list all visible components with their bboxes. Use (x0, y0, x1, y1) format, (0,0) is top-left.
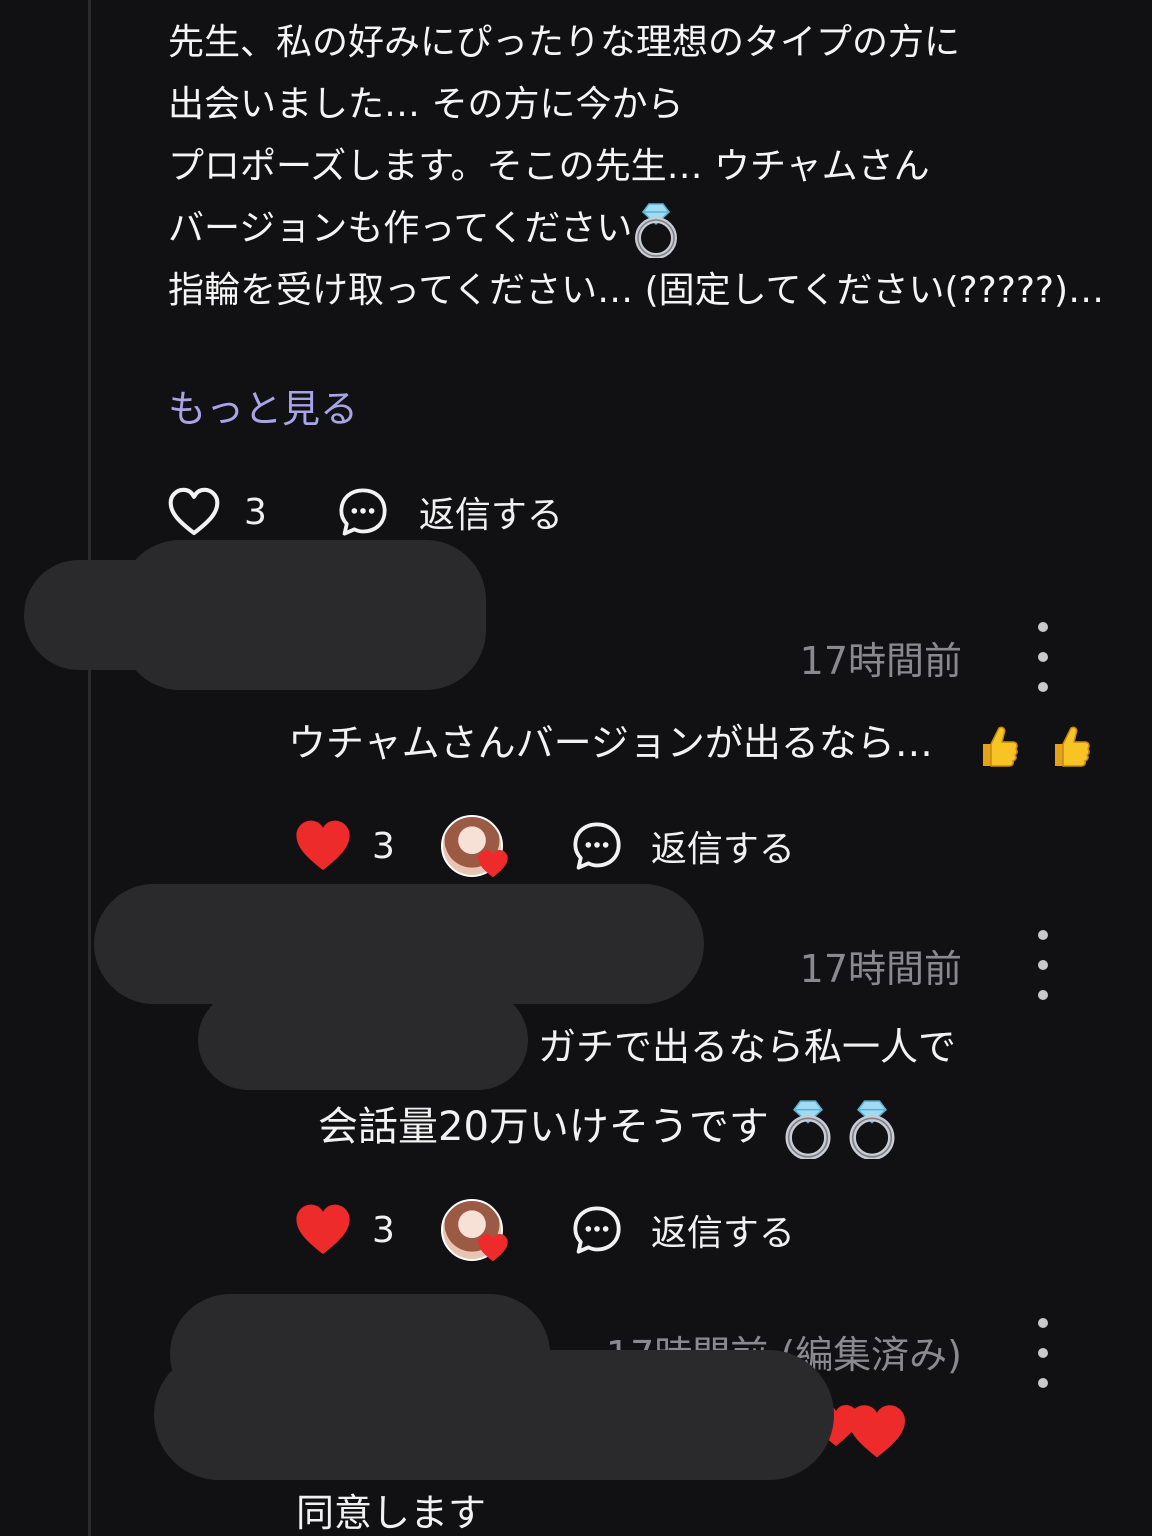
kebab-menu-icon (1038, 930, 1048, 940)
more-menu-button[interactable] (1028, 1318, 1058, 1388)
more-menu-button[interactable] (1028, 622, 1058, 692)
more-menu-button[interactable] (1028, 930, 1058, 1000)
chat-bubble-icon (571, 1204, 623, 1256)
redacted-area (94, 884, 704, 1004)
like-count: 3 (244, 491, 267, 533)
reply-label: 返信する (418, 495, 563, 536)
comment-line: 指輪を受け取ってください… (固定してください(?????)… (168, 270, 1105, 311)
reply-actions: 3 返信する (294, 1199, 795, 1261)
creator-liked-avatar (440, 1199, 503, 1261)
thread-line (88, 0, 91, 1536)
heart-filled-icon (846, 1404, 908, 1460)
heart-filled-icon (294, 819, 352, 873)
redacted-area (154, 1350, 834, 1480)
reply-actions: 3 返信する (294, 815, 795, 877)
thumbs-up-icon (973, 722, 1021, 770)
like-count: 3 (372, 1209, 395, 1251)
comment-line: 先生、私の好みにぴったりな理想のタイプの方に (168, 22, 961, 63)
comment-line: バージョンも作ってください (168, 208, 633, 249)
comment-body: 先生、私の好みにぴったりな理想のタイプの方に 出会いました… その方に今から プ… (168, 12, 1105, 322)
reply-text-row: 会話量20万いけそうです (318, 1094, 898, 1159)
like-button[interactable]: 3 (294, 819, 395, 873)
chat-bubble-icon (571, 820, 623, 872)
reply-button[interactable]: 返信する (571, 820, 795, 872)
see-more-link[interactable]: もっと見る (168, 378, 358, 433)
comment-line: 出会いました… その方に今から (168, 84, 684, 125)
reply-button[interactable]: 返信する (571, 1204, 795, 1256)
reply-label: 返信する (650, 1213, 795, 1254)
creator-liked-avatar (440, 815, 503, 877)
ring-icon (782, 1099, 834, 1159)
thumbs-up-icon (1045, 722, 1093, 770)
comment-actions: 3 返信する (166, 482, 563, 542)
ring-icon (632, 202, 680, 258)
chat-bubble-icon (337, 486, 389, 538)
reply-text-row: ウチャムさんバージョンが出るなら… (288, 712, 1093, 770)
reply-label: 返信する (650, 829, 795, 870)
comment-line: プロポーズします。そこの先生… ウチャムさん (168, 146, 930, 187)
redacted-area (120, 540, 486, 690)
heart-outline-icon (166, 486, 222, 538)
reply-text: 会話量20万いけそうです (318, 1104, 769, 1150)
reply-text: ウチャムさんバージョンが出るなら… (288, 721, 933, 765)
heart-filled-icon (477, 849, 509, 883)
heart-filled-icon (294, 1203, 352, 1257)
like-button[interactable]: 3 (294, 1203, 395, 1257)
like-count: 3 (372, 825, 395, 867)
timestamp: 17時間前 (799, 639, 962, 683)
reply-text: 同意します (296, 1491, 487, 1535)
timestamp: 17時間前 (799, 947, 962, 991)
reply-text: ガチで出るなら私一人で (538, 1025, 957, 1069)
like-button[interactable]: 3 (166, 486, 267, 538)
redacted-area (198, 990, 528, 1090)
reply-button[interactable]: 返信する (337, 486, 563, 538)
comment-line-with-emoji: バージョンも作ってください (168, 198, 1088, 260)
heart-filled-icon (477, 1233, 509, 1267)
kebab-menu-icon (1038, 622, 1048, 632)
ring-icon (846, 1099, 898, 1159)
kebab-menu-icon (1038, 1318, 1048, 1328)
